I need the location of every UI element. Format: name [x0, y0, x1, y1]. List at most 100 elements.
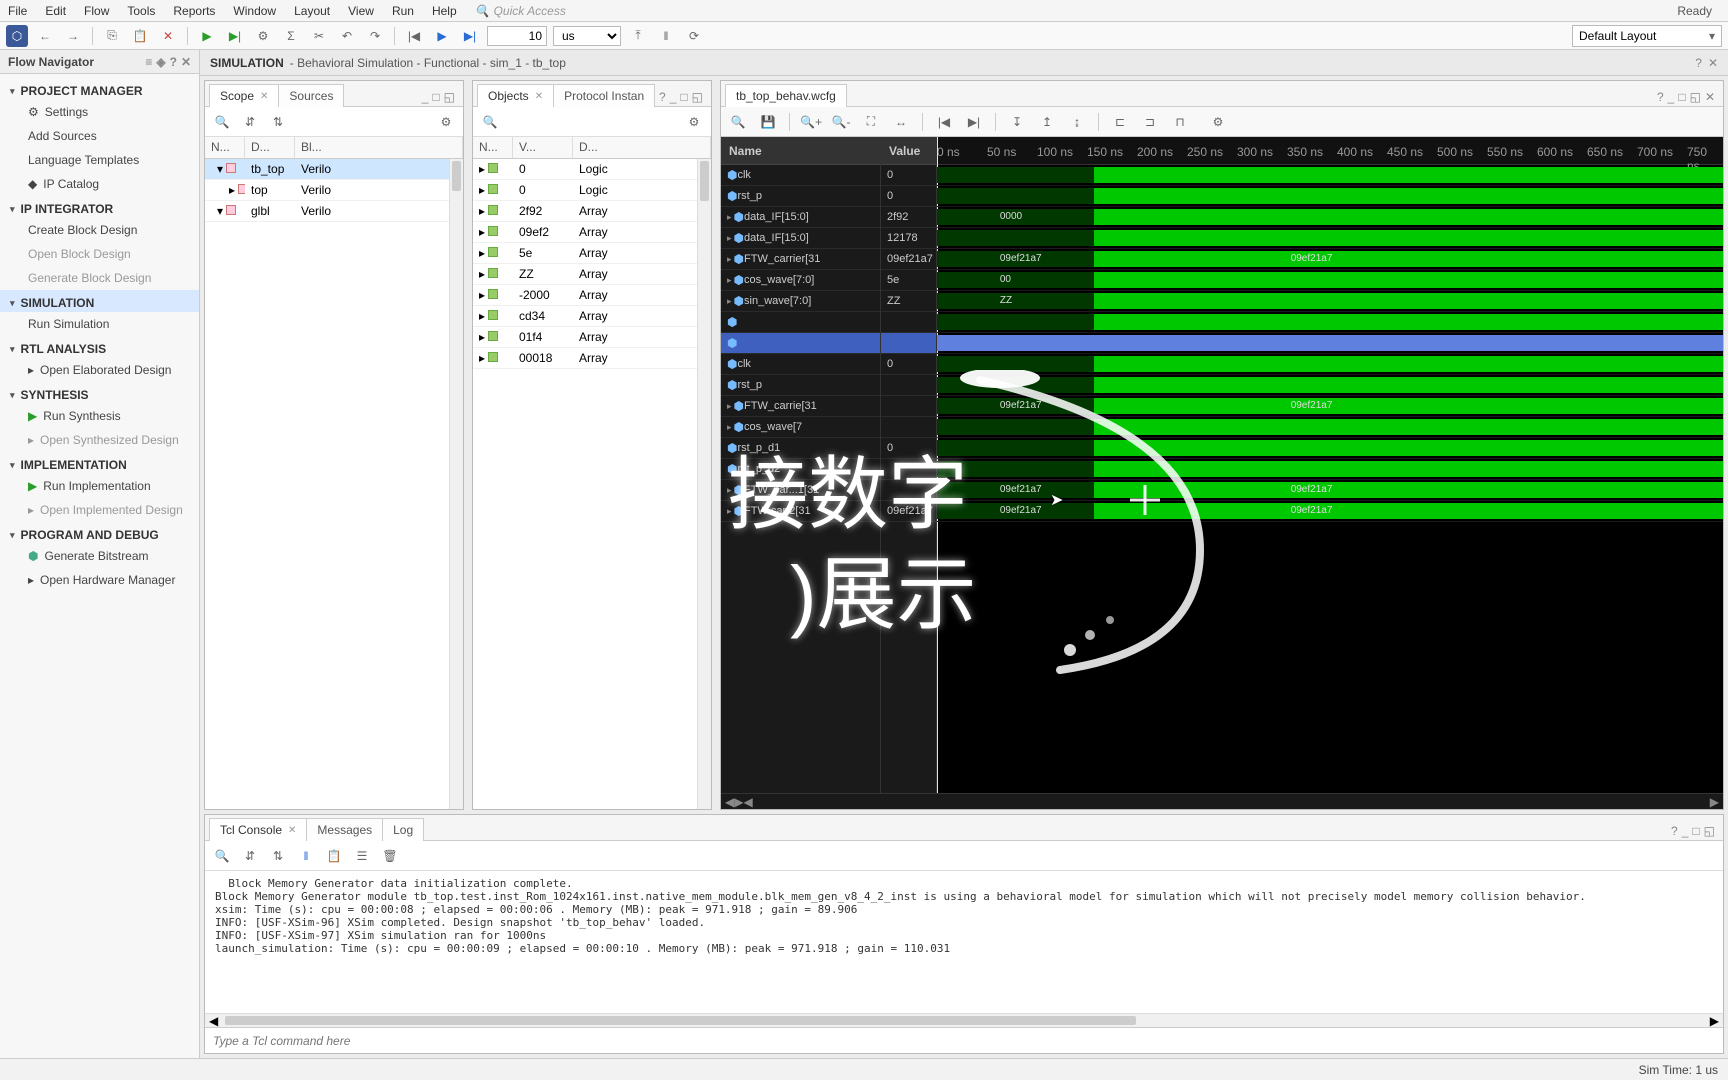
signal-name[interactable]: ▸ ⬢ cos_wave[7: [721, 417, 880, 438]
search-icon[interactable]: 🔍: [479, 111, 501, 133]
signal-name[interactable]: ▸ ⬢ data_IF[15:0]: [721, 207, 880, 228]
help-icon[interactable]: ?: [1671, 824, 1678, 838]
signal-name[interactable]: ▸ ⬢ data_IF[15:0]: [721, 228, 880, 249]
layout-select[interactable]: Default Layout: [1572, 25, 1722, 47]
next-edge-icon[interactable]: ▶|: [963, 111, 985, 133]
menu-file[interactable]: File: [8, 4, 27, 18]
restore-icon[interactable]: ◱: [1704, 824, 1715, 838]
wave-lane[interactable]: ZZ: [937, 291, 1723, 312]
clipboard-icon[interactable]: 📋: [323, 845, 345, 867]
signal-name[interactable]: ▸ ⬢ FTW_carrier[31: [721, 249, 880, 270]
close-icon[interactable]: ✕: [288, 825, 296, 836]
play-for-icon[interactable]: ▶|: [459, 25, 481, 47]
zoom-out-icon[interactable]: 🔍-: [830, 111, 852, 133]
collapse-icon[interactable]: ⇵: [239, 845, 261, 867]
trash-icon[interactable]: 🗑: [379, 845, 401, 867]
redo-icon[interactable]: ↷: [364, 25, 386, 47]
tab-protocol[interactable]: Protocol Instan: [553, 84, 655, 107]
wave-lane[interactable]: [937, 375, 1723, 396]
tcl-input[interactable]: [213, 1034, 1715, 1048]
menu-window[interactable]: Window: [233, 4, 276, 18]
col-name[interactable]: N...: [473, 137, 513, 158]
pin-icon[interactable]: ◈: [156, 55, 165, 69]
copy-icon[interactable]: ⎘: [101, 25, 123, 47]
signal-name[interactable]: ▸ ⬢ FTW car 2[31: [721, 501, 880, 522]
table-row[interactable]: ▸ 09ef2Array: [473, 222, 711, 243]
time-input[interactable]: [487, 26, 547, 46]
minimize-icon[interactable]: _: [1668, 90, 1675, 104]
collapse-icon[interactable]: ≡: [145, 55, 152, 69]
search-icon[interactable]: 🔍: [211, 111, 233, 133]
minimize-icon[interactable]: _: [1682, 824, 1689, 838]
signal-name[interactable]: ⬢ rst_p_d2: [721, 459, 880, 480]
menu-run[interactable]: Run: [392, 4, 414, 18]
wave-hscroll[interactable]: ◀▶◀▶: [721, 793, 1723, 809]
table-row[interactable]: ▸ ZZArray: [473, 264, 711, 285]
wave-lane[interactable]: 00: [937, 270, 1723, 291]
signal-name[interactable]: ⬢: [721, 333, 880, 354]
run-step-icon[interactable]: ▶|: [224, 25, 246, 47]
table-row[interactable]: ▸ 0Logic: [473, 159, 711, 180]
wave-lane[interactable]: [937, 165, 1723, 186]
close-icon[interactable]: ✕: [1708, 56, 1718, 70]
time-ruler[interactable]: 0 ns50 ns100 ns150 ns200 ns250 ns300 ns3…: [937, 137, 1723, 165]
quick-access[interactable]: 🔍Quick Access: [475, 4, 566, 18]
tab-messages[interactable]: Messages: [306, 818, 383, 841]
gear-icon[interactable]: ⚙: [252, 25, 274, 47]
close-icon[interactable]: ✕: [535, 91, 543, 102]
flownav-item[interactable]: ▶ Run Synthesis: [0, 404, 199, 428]
menu-edit[interactable]: Edit: [45, 4, 66, 18]
flownav-item[interactable]: Add Sources: [0, 124, 199, 148]
close-icon[interactable]: ✕: [1705, 90, 1715, 104]
collapse-all-icon[interactable]: ⇵: [239, 111, 261, 133]
play-icon[interactable]: ▶: [431, 25, 453, 47]
restore-icon[interactable]: ◱: [1690, 90, 1701, 104]
flownav-item[interactable]: ⬢ Generate Bitstream: [0, 544, 199, 568]
flownav-section[interactable]: ▾RTL ANALYSIS: [0, 336, 199, 358]
cursor-icon[interactable]: ↔: [890, 111, 912, 133]
wave-lane[interactable]: [937, 228, 1723, 249]
flownav-item[interactable]: ▸ Open Implemented Design: [0, 498, 199, 522]
menu-view[interactable]: View: [348, 4, 374, 18]
wave-lane[interactable]: [937, 354, 1723, 375]
table-row[interactable]: ▸ 0Logic: [473, 180, 711, 201]
table-row[interactable]: ▸ cd34Array: [473, 306, 711, 327]
cancel-icon[interactable]: ✕: [157, 25, 179, 47]
scrollbar-v[interactable]: [697, 159, 711, 809]
flownav-item[interactable]: Open Block Design: [0, 242, 199, 266]
menu-help[interactable]: Help: [432, 4, 457, 18]
gear-icon[interactable]: ⚙: [1207, 111, 1229, 133]
group-icon[interactable]: ⊏: [1109, 111, 1131, 133]
col-block[interactable]: Bl...: [295, 137, 463, 158]
restart-icon[interactable]: |◀: [403, 25, 425, 47]
signal-name[interactable]: ⬢ rst_p: [721, 375, 880, 396]
run-icon[interactable]: ▶: [196, 25, 218, 47]
col-name[interactable]: N...: [205, 137, 245, 158]
zoom-fit-icon[interactable]: ⛶: [860, 111, 882, 133]
menu-reports[interactable]: Reports: [173, 4, 215, 18]
help-icon[interactable]: ?: [170, 55, 177, 69]
signal-name[interactable]: ▸ ⬢ FTW_carrie[31: [721, 396, 880, 417]
signal-name[interactable]: ▸ ⬢ FTW_car...1[31: [721, 480, 880, 501]
signal-name[interactable]: ⬢ rst_p: [721, 186, 880, 207]
maximize-icon[interactable]: □: [1692, 824, 1699, 838]
tab-scope[interactable]: Scope✕: [209, 84, 279, 107]
menu-flow[interactable]: Flow: [84, 4, 109, 18]
help-icon[interactable]: ?: [1657, 90, 1664, 104]
wave-lane[interactable]: [937, 186, 1723, 207]
wave-lane[interactable]: 0000: [937, 207, 1723, 228]
flownav-section[interactable]: ▾SIMULATION: [0, 290, 199, 312]
time-unit-select[interactable]: us: [553, 26, 621, 46]
wave-lane[interactable]: 09ef21a709ef21a7: [937, 249, 1723, 270]
maximize-icon[interactable]: □: [680, 90, 687, 104]
step-icon[interactable]: ⤒: [627, 25, 649, 47]
gear-icon[interactable]: ⚙: [683, 111, 705, 133]
tab-objects[interactable]: Objects✕: [477, 84, 554, 107]
minimize-icon[interactable]: _: [670, 90, 677, 104]
signal-name[interactable]: ⬢: [721, 312, 880, 333]
signal-name[interactable]: ▸ ⬢ cos_wave[7:0]: [721, 270, 880, 291]
help-icon[interactable]: ?: [1695, 56, 1702, 70]
wave-lane[interactable]: [937, 417, 1723, 438]
scrollbar-v[interactable]: [449, 159, 463, 809]
signal-name[interactable]: ⬢ clk: [721, 165, 880, 186]
